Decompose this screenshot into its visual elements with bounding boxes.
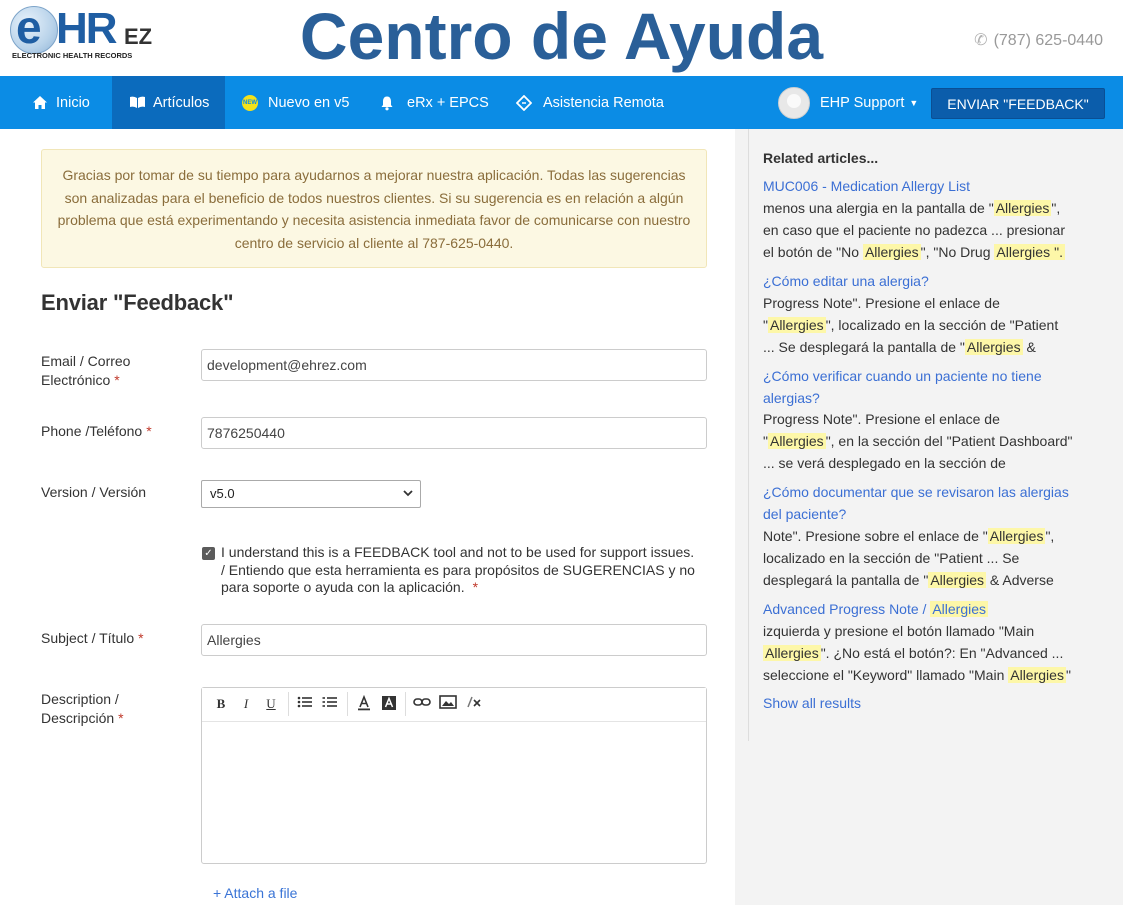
enviar-feedback-button[interactable]: ENVIAR "FEEDBACK"	[931, 88, 1105, 119]
link-icon[interactable]	[413, 695, 431, 713]
form-title: Enviar "Feedback"	[41, 290, 234, 315]
phone-field[interactable]: 7876250440	[201, 417, 707, 449]
related-article-link[interactable]: ¿Cómo verificar cuando un paciente no ti…	[763, 365, 1093, 409]
description-label-line1: Description /	[41, 691, 119, 707]
editor-toolbar: B I U	[202, 688, 706, 722]
numbered-list-icon[interactable]	[321, 695, 339, 713]
nav-item-erx[interactable]: eRx + EPCS	[379, 76, 489, 129]
email-field[interactable]: development@ehrez.com	[201, 349, 707, 381]
avatar	[778, 86, 810, 119]
acknowledge-checkbox[interactable]: ✓	[202, 547, 215, 560]
email-label-line2: Electrónico	[41, 372, 111, 388]
toolbar-divider	[288, 692, 289, 716]
nav-label-nuevo: Nuevo en v5	[268, 94, 350, 111]
toolbar-divider	[347, 692, 348, 716]
nav-label-asistencia: Asistencia Remota	[543, 94, 664, 111]
version-select-value: v5.0	[210, 486, 235, 501]
subject-label-text: Subject / Título	[41, 630, 135, 646]
required-mark: *	[118, 710, 124, 726]
new-badge-icon: NEW	[242, 94, 258, 111]
acknowledge-label: I understand this is a FEEDBACK tool and…	[221, 544, 695, 595]
nav-label-articulos: Artículos	[153, 94, 210, 111]
bell-icon	[379, 95, 395, 111]
related-article-snippet: izquierda y presione el botón llamado "M…	[763, 623, 1071, 683]
required-mark: *	[146, 423, 152, 439]
bullet-list-icon[interactable]	[296, 695, 314, 713]
chevron-down-icon: ▼	[909, 97, 919, 108]
acknowledge-text: I understand this is a FEEDBACK tool and…	[221, 544, 701, 597]
version-label: Version / Versión	[41, 484, 147, 500]
required-mark: *	[114, 372, 120, 388]
nav-label-inicio: Inicio	[56, 94, 90, 111]
toolbar-divider	[405, 692, 406, 716]
site-title: Centro de Ayuda	[299, 0, 824, 73]
version-select[interactable]: v5.0	[201, 480, 421, 508]
italic-button[interactable]: I	[237, 695, 255, 713]
info-alert: Gracias por tomar de su tiempo para ayud…	[41, 149, 707, 268]
related-article-link[interactable]: ¿Cómo documentar que se revisaron las al…	[763, 481, 1093, 525]
background-color-icon[interactable]	[380, 695, 398, 713]
description-editor[interactable]: B I U	[201, 687, 707, 864]
related-article-link[interactable]: MUC006 - Medication Allergy List	[763, 175, 1093, 197]
subject-field[interactable]: Allergies	[201, 624, 707, 656]
nav-item-nuevo[interactable]: NEW Nuevo en v5	[242, 76, 349, 129]
related-article-snippet: Progress Note". Presione el enlace de " A…	[763, 411, 1073, 471]
user-name: EHP Support	[820, 94, 905, 111]
nav-item-asistencia[interactable]: Asistencia Remota	[515, 76, 664, 129]
text-color-icon[interactable]	[355, 694, 373, 713]
required-mark: *	[138, 630, 144, 646]
show-all-results-link[interactable]: Show all results	[763, 695, 861, 711]
email-label: Email / Correo Electrónico *	[41, 352, 130, 390]
bold-button[interactable]: B	[212, 695, 230, 713]
phone-label-text: Phone /Teléfono	[41, 423, 143, 439]
phone-number: (787) 625-0440	[993, 32, 1103, 49]
related-article-snippet: menos una alergia en la pantalla de " All…	[763, 200, 1065, 260]
related-article-link[interactable]: ¿Cómo editar una alergia?	[763, 270, 1093, 292]
header: e HR EZ ELECTRONIC HEALTH RECORDS Centro…	[0, 0, 1123, 76]
related-article-link[interactable]: Advanced Progress Note / Allergies	[763, 598, 1093, 620]
related-article-snippet: Note". Presione sobre el enlace de " Alle…	[763, 528, 1055, 588]
phone-label: Phone /Teléfono *	[41, 422, 152, 441]
sidebar-divider	[748, 129, 749, 741]
attach-file-link[interactable]: + Attach a file	[213, 885, 297, 901]
ticket-icon	[515, 94, 533, 111]
required-mark: *	[472, 579, 479, 595]
related-article-snippet: Progress Note". Presione el enlace de " A…	[763, 295, 1059, 355]
description-label: Description / Descripción *	[41, 690, 124, 728]
nav-item-articulos[interactable]: Artículos	[112, 76, 225, 129]
description-label-line2: Descripción	[41, 710, 115, 726]
underline-button[interactable]: U	[262, 695, 280, 713]
phone-icon: ✆	[974, 32, 988, 49]
header-phone: ✆ (787) 625-0440	[974, 30, 1103, 50]
user-menu[interactable]: EHP Support ▼	[778, 76, 918, 129]
home-icon	[32, 95, 48, 111]
image-icon[interactable]	[439, 695, 457, 713]
clear-format-icon[interactable]	[465, 695, 483, 713]
chevron-down-icon	[402, 481, 414, 516]
related-title: Related articles...	[763, 150, 879, 166]
nav-label-erx: eRx + EPCS	[407, 94, 489, 111]
subject-label: Subject / Título *	[41, 629, 144, 648]
book-icon	[129, 95, 145, 111]
nav-item-inicio[interactable]: Inicio	[12, 76, 112, 129]
email-label-line1: Email / Correo	[41, 353, 131, 369]
